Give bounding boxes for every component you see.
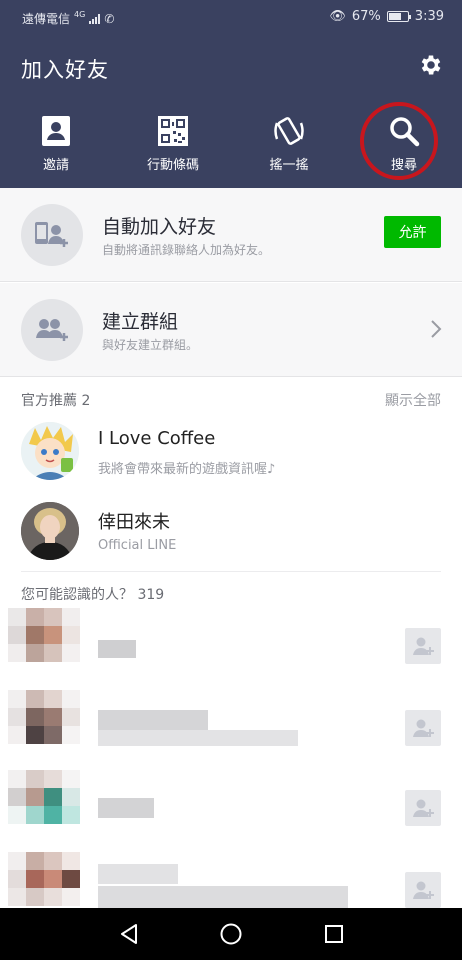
shake-label: 搖一搖 [269,158,309,173]
invite-label: 邀請 [42,158,69,173]
blurred-name [98,640,136,658]
suggested-contact-row[interactable] [0,608,462,688]
singer-avatar [21,502,79,560]
qr-code-icon [158,116,188,146]
official-subtitle-1: 我將會帶來最新的遊戲資訊喔♪ [98,462,276,477]
auto-add-title: 自動加入好友 [102,216,217,238]
wifi-call-icon: ✆ [104,11,115,26]
create-group-icon-circle [21,299,83,361]
home-icon[interactable] [219,922,243,946]
people-heading: 您可能認識的人？ 319 [21,587,165,603]
blurred-name [98,710,208,730]
official-account-row[interactable]: 倖田來未 Official LINE [0,494,462,570]
blurred-name [98,864,178,884]
coffee-avatar [21,422,79,480]
auto-add-icon-circle [21,204,83,266]
add-friend-button[interactable] [405,872,441,908]
system-navigation-bar [0,908,462,960]
eye-comfort-icon: 👁 [329,9,346,24]
battery-icon [386,11,411,22]
add-person-icon [413,799,434,817]
shake-phone-icon [274,117,304,145]
blurred-status [98,730,298,746]
add-friend-button[interactable] [405,628,441,664]
status-bar: 遠傳電信 4G ✆ 👁 67% 3:39 [0,0,462,34]
chevron-right-icon [431,320,442,338]
add-friend-button[interactable] [405,790,441,826]
network-label: 4G [74,10,86,19]
battery-percent: 67% [351,9,381,24]
official-name-1: I Love Coffee [98,428,216,449]
official-subtitle-2: Official LINE [98,538,177,553]
header-actions: 邀請 行動條碼 搖一搖 搜尋 [0,102,462,180]
clock: 3:39 [414,9,444,24]
add-person-icon [413,719,434,737]
auto-add-friends-card[interactable]: 自動加入好友 自動將通訊錄聯絡人加為好友。 允許 [0,188,462,282]
official-account-row[interactable]: I Love Coffee 我將會帶來最新的遊戲資訊喔♪ [0,414,462,490]
app-header: 加入好友 邀請 行動條碼 搖一搖 搜尋 [0,34,462,188]
suggested-contact-row[interactable] [0,770,462,850]
group-add-icon [36,319,68,341]
auto-add-subtitle: 自動將通訊錄聯絡人加為好友。 [102,243,271,257]
show-all-link[interactable]: 顯示全部 [385,390,441,410]
invite-action[interactable]: 邀請 [6,114,106,180]
blurred-status [98,886,348,908]
official-heading: 官方推薦 2 [21,393,91,409]
shake-action[interactable]: 搖一搖 [239,114,339,180]
suggested-contact-row[interactable] [0,690,462,770]
contact-card-icon [42,116,70,146]
add-friend-button[interactable] [405,710,441,746]
signal-icon [89,13,101,24]
recent-apps-icon[interactable] [322,922,346,946]
allow-button[interactable]: 允許 [384,216,441,248]
carrier-label: 遠傳電信 [22,12,71,26]
create-group-subtitle: 與好友建立群組。 [102,338,199,352]
qr-code-action[interactable]: 行動條碼 [123,114,223,180]
gear-icon[interactable] [418,52,444,78]
search-action[interactable]: 搜尋 [354,114,454,180]
phone-add-friend-icon [35,222,68,247]
back-icon[interactable] [117,922,141,946]
section-divider [21,571,441,572]
qr-code-label: 行動條碼 [146,158,199,173]
page-title: 加入好友 [21,58,109,82]
add-person-icon [413,881,434,899]
create-group-card[interactable]: 建立群組 與好友建立群組。 [0,283,462,377]
search-icon [390,117,420,147]
add-person-icon [413,637,434,655]
search-label: 搜尋 [390,158,417,173]
official-name-2: 倖田來未 [98,512,170,533]
create-group-title: 建立群組 [102,311,179,333]
blurred-name [98,798,154,818]
